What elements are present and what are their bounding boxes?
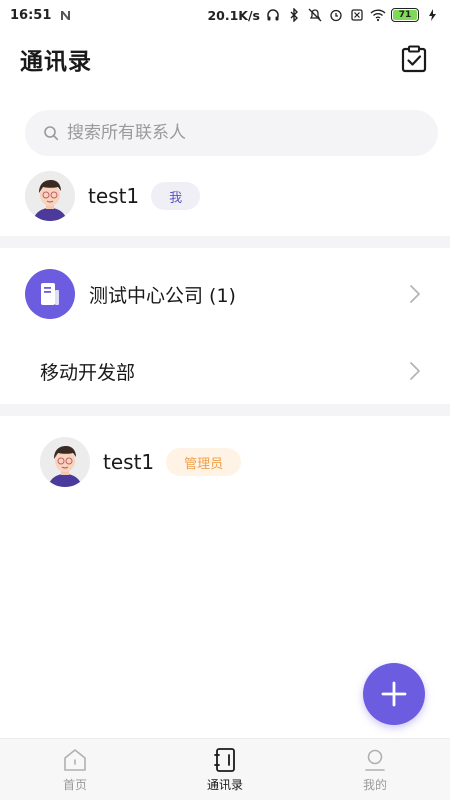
charging-icon: [424, 7, 440, 23]
bluetooth-icon: [286, 7, 302, 23]
status-time: 16:51: [10, 7, 52, 23]
status-right: 20.1K/s 71: [207, 7, 440, 23]
section-divider: [0, 404, 450, 416]
me-badge: 我: [151, 182, 201, 210]
avatar: [25, 171, 75, 221]
n-icon: [57, 7, 73, 23]
nav-item-home[interactable]: 首页: [0, 739, 150, 800]
search-input[interactable]: [67, 123, 387, 143]
my-profile-row[interactable]: test1 我: [25, 170, 201, 222]
nav-label: 通讯录: [206, 777, 243, 792]
mute-icon: [307, 7, 323, 23]
clipboard-check-button[interactable]: [398, 43, 430, 75]
nav-label: 首页: [62, 777, 87, 792]
home-icon: [64, 748, 86, 771]
company-row[interactable]: 测试中心公司 (1): [25, 263, 425, 325]
search-bar[interactable]: [25, 110, 438, 156]
bottom-nav: 首页 通讯录 我的: [0, 738, 450, 800]
contacts-icon: [214, 747, 235, 772]
battery-icon: 71: [391, 8, 419, 22]
headphones-icon: [265, 7, 281, 23]
department-row[interactable]: 移动开发部: [40, 347, 425, 395]
page-title: 通讯录: [20, 49, 92, 75]
status-bar: 16:51 20.1K/s 71: [0, 0, 450, 30]
department-name: 移动开发部: [40, 361, 136, 384]
my-name: test1: [88, 184, 140, 208]
clipboard-check-icon: [401, 45, 427, 73]
chevron-right-icon: [405, 284, 425, 304]
search-icon: [44, 126, 59, 141]
chevron-right-icon: [405, 361, 425, 381]
add-button[interactable]: [363, 663, 425, 725]
sim-icon: [349, 7, 365, 23]
member-row[interactable]: test1 管理员: [40, 436, 242, 488]
battery-level: 71: [393, 10, 417, 20]
member-name: test1: [103, 450, 155, 474]
company-name: 测试中心公司 (1): [89, 284, 236, 307]
nav-item-profile[interactable]: 我的: [300, 739, 450, 800]
nav-item-contacts[interactable]: 通讯录: [150, 739, 300, 800]
company-icon: [25, 269, 75, 319]
plus-icon: [381, 681, 407, 707]
avatar: [40, 437, 90, 487]
alarm-icon: [328, 7, 344, 23]
section-divider: [0, 236, 450, 248]
wifi-icon: [370, 7, 386, 23]
header: 通讯录: [0, 38, 450, 80]
profile-icon: [365, 749, 385, 771]
network-speed: 20.1K/s: [207, 7, 260, 23]
status-left: 16:51: [10, 7, 73, 23]
admin-badge: 管理员: [166, 448, 242, 476]
nav-label: 我的: [362, 777, 387, 792]
